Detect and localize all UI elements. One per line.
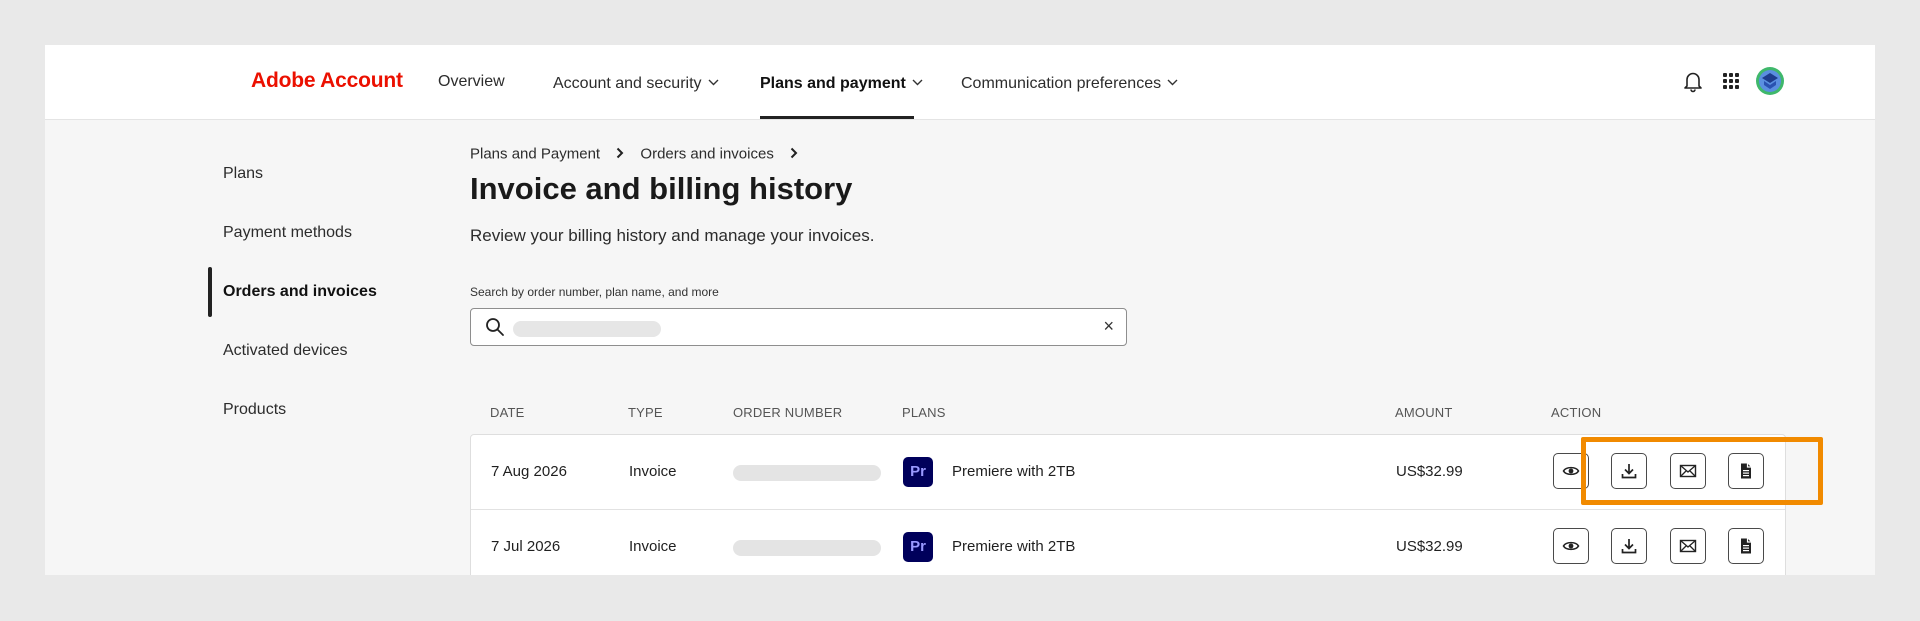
premiere-app-icon: Pr <box>903 532 933 562</box>
order-number-redacted <box>733 465 881 481</box>
row-amount: US$32.99 <box>1396 538 1463 555</box>
sidebar-active-indicator <box>208 267 212 317</box>
row-date: 7 Jul 2026 <box>491 538 561 555</box>
page-title: Invoice and billing history <box>470 171 853 206</box>
sidebar-item-payment-methods[interactable]: Payment methods <box>223 224 352 242</box>
column-header-date: DATE <box>490 405 525 420</box>
column-header-plans: PLANS <box>902 405 946 420</box>
table-row: 7 Aug 2026 Invoice Pr Premiere with 2TB … <box>471 435 1785 509</box>
breadcrumb-plans-payment[interactable]: Plans and Payment <box>470 146 600 163</box>
nav-communication-preferences[interactable]: Communication preferences <box>961 73 1178 93</box>
invoice-table: 7 Aug 2026 Invoice Pr Premiere with 2TB … <box>470 434 1786 575</box>
clear-icon[interactable]: × <box>1103 316 1114 337</box>
search-value-redacted <box>513 321 661 337</box>
row-plan: Premiere with 2TB <box>952 463 1076 480</box>
row-type: Invoice <box>629 538 677 555</box>
apps-grid-icon[interactable] <box>1717 67 1745 95</box>
nav-account-security-label: Account and security <box>553 75 702 92</box>
chevron-right-icon <box>616 146 624 163</box>
search-input[interactable]: × <box>470 308 1127 346</box>
breadcrumb: Plans and Payment Orders and invoices <box>470 145 810 163</box>
download-invoice-button[interactable] <box>1611 528 1647 564</box>
view-invoice-button[interactable] <box>1553 453 1589 489</box>
premiere-app-icon: Pr <box>903 457 933 487</box>
active-nav-indicator <box>760 116 914 119</box>
nav-communication-label: Communication preferences <box>961 75 1162 92</box>
breadcrumb-orders-invoices[interactable]: Orders and invoices <box>640 146 773 163</box>
download-invoice-button[interactable] <box>1611 453 1647 489</box>
nav-overview[interactable]: Overview <box>438 73 505 91</box>
column-header-order-number: ORDER NUMBER <box>733 405 843 420</box>
sidebar-item-orders-invoices[interactable]: Orders and invoices <box>223 283 377 301</box>
nav-plans-payment[interactable]: Plans and payment <box>760 73 923 93</box>
search-icon <box>485 317 505 342</box>
page-subtitle: Review your billing history and manage y… <box>470 226 875 245</box>
table-row: 7 Jul 2026 Invoice Pr Premiere with 2TB … <box>471 509 1785 575</box>
document-button[interactable] <box>1728 528 1764 564</box>
sidebar-item-activated-devices[interactable]: Activated devices <box>223 342 348 360</box>
top-navigation: Adobe Account Overview Account and secur… <box>45 45 1875 120</box>
sidebar-item-plans[interactable]: Plans <box>223 165 263 183</box>
chevron-right-icon <box>790 146 798 163</box>
view-invoice-button[interactable] <box>1553 528 1589 564</box>
row-type: Invoice <box>629 463 677 480</box>
column-header-action: ACTION <box>1551 405 1602 420</box>
order-number-redacted <box>733 540 881 556</box>
nav-account-security[interactable]: Account and security <box>553 73 719 93</box>
nav-plans-payment-label: Plans and payment <box>760 75 906 92</box>
document-button[interactable] <box>1728 453 1764 489</box>
row-amount: US$32.99 <box>1396 463 1463 480</box>
app-window: Adobe Account Overview Account and secur… <box>45 45 1875 575</box>
nav-overview-label: Overview <box>438 73 505 90</box>
brand-logo[interactable]: Adobe Account <box>251 69 403 93</box>
row-date: 7 Aug 2026 <box>491 463 567 480</box>
email-invoice-button[interactable] <box>1670 528 1706 564</box>
chevron-down-icon <box>912 73 923 91</box>
chevron-down-icon <box>708 73 719 91</box>
column-header-type: TYPE <box>628 405 663 420</box>
avatar[interactable] <box>1755 66 1785 96</box>
row-plan: Premiere with 2TB <box>952 538 1076 555</box>
column-header-amount: AMOUNT <box>1395 405 1453 420</box>
search-label: Search by order number, plan name, and m… <box>470 285 719 299</box>
sidebar-item-products[interactable]: Products <box>223 401 286 419</box>
chevron-down-icon <box>1167 73 1178 91</box>
email-invoice-button[interactable] <box>1670 453 1706 489</box>
bell-icon[interactable] <box>1679 67 1707 95</box>
